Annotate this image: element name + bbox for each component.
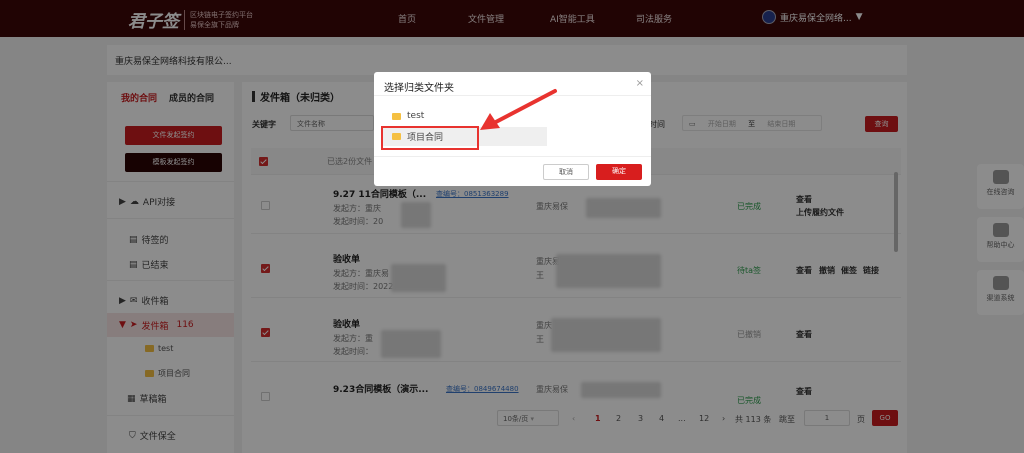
annotation-highlight-box bbox=[381, 126, 479, 150]
close-icon[interactable]: × bbox=[636, 78, 644, 89]
divider bbox=[374, 156, 651, 157]
modal-overlay[interactable] bbox=[0, 0, 1024, 453]
annotation-arrow-icon bbox=[480, 89, 557, 130]
folder-icon bbox=[392, 112, 401, 120]
confirm-button[interactable]: 确定 bbox=[596, 164, 642, 180]
cancel-button[interactable]: 取消 bbox=[543, 164, 589, 180]
folder-option-test[interactable]: test bbox=[392, 111, 424, 121]
